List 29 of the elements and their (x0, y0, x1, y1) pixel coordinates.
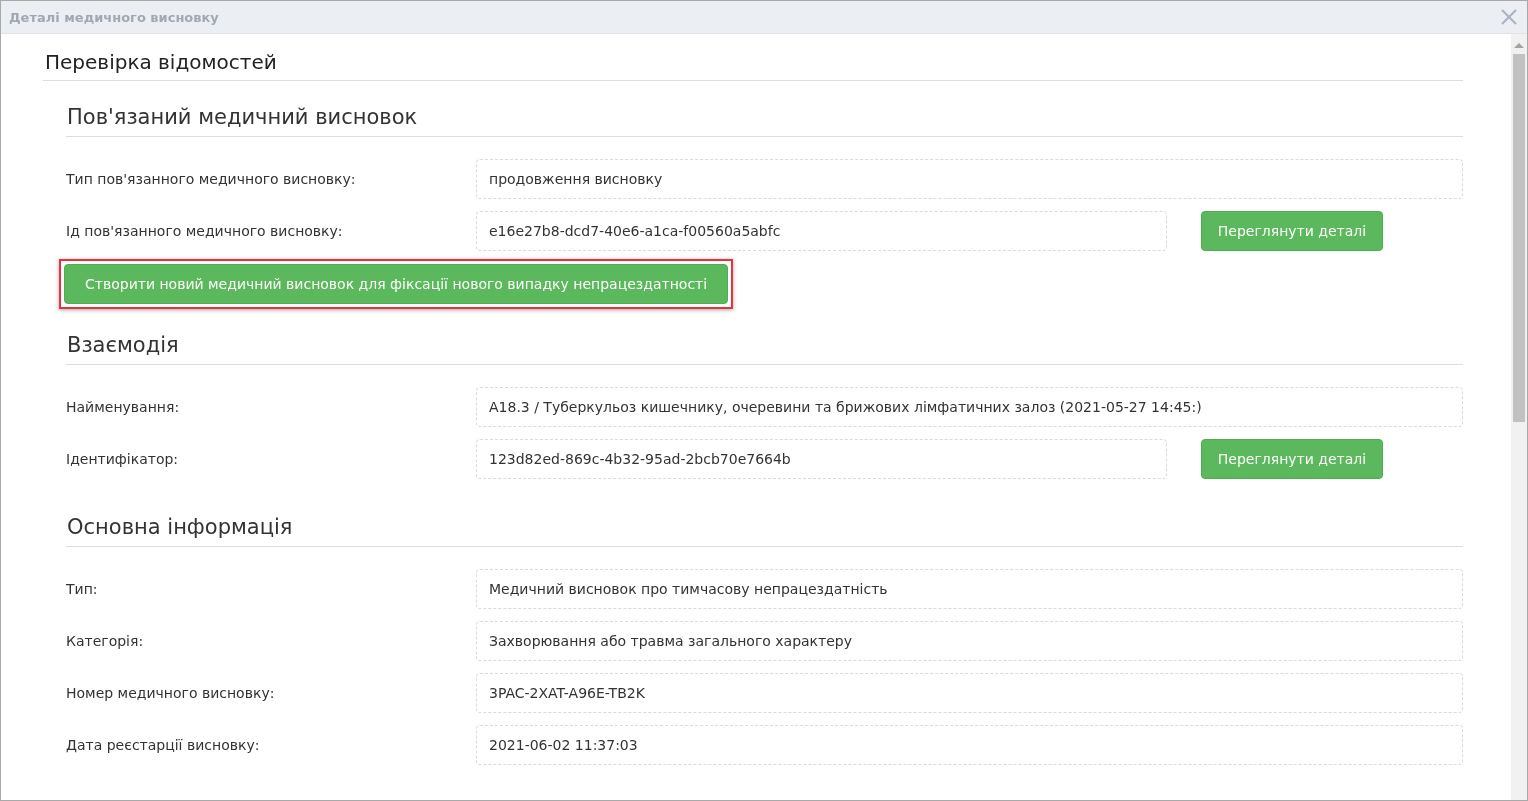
readonly-field: продовження висновку (476, 159, 1463, 199)
readonly-field: A18.3 / Туберкульоз кишечнику, очеревини та брижових лімфатичних залоз (2021-05-27 14:45:) (476, 387, 1463, 427)
close-button[interactable] (1499, 7, 1519, 27)
section-heading: Основна інформація (66, 491, 1463, 547)
field-label: Дата реєстарції висновку: (66, 737, 261, 753)
scroll-up-icon[interactable] (1514, 42, 1524, 50)
readonly-field: e16e27b8-dcd7-40e6-a1ca-f00560a5abfc (476, 211, 1167, 251)
field-label: Ід пов'язанного медичного висновку: (66, 223, 344, 239)
scroll-thumb[interactable] (1513, 54, 1525, 422)
readonly-field: Захворювання або травма загального характеру (476, 621, 1463, 661)
view-details-button[interactable]: Переглянути деталі (1201, 439, 1383, 479)
field-label: Тип: (66, 581, 99, 597)
readonly-field: Медичний висновок про тимчасову непрацездатність (476, 569, 1463, 609)
view-details-button[interactable]: Переглянути деталі (1201, 211, 1383, 251)
section-heading: Пов'язаний медичний висновок (66, 81, 1463, 137)
field-label: Найменування: (66, 399, 181, 415)
create-conclusion-button[interactable]: Створити новий медичний висновок для фіксації нового випадку непрацездатності (64, 264, 729, 304)
close-icon (1499, 7, 1519, 27)
field-label: Категорія: (66, 633, 145, 649)
readonly-field: 3PAC-2XAT-A96E-TB2K (476, 673, 1463, 713)
page-title: Перевірка відомостей (43, 34, 1463, 81)
field-label: Тип пов'язанного медичного висновку: (66, 171, 357, 187)
field-label: Номер медичного висновку: (66, 685, 276, 701)
field-label: Ідентифікатор: (66, 451, 180, 467)
section-heading: Взаємодія (66, 309, 1463, 365)
readonly-field: 123d82ed-869c-4b32-95ad-2bcb70e7664b (476, 439, 1167, 479)
readonly-field: 2021-06-02 11:37:03 (476, 725, 1463, 765)
window-title: Деталі медичного висновку (9, 9, 219, 25)
scrollbar[interactable] (1511, 34, 1527, 800)
